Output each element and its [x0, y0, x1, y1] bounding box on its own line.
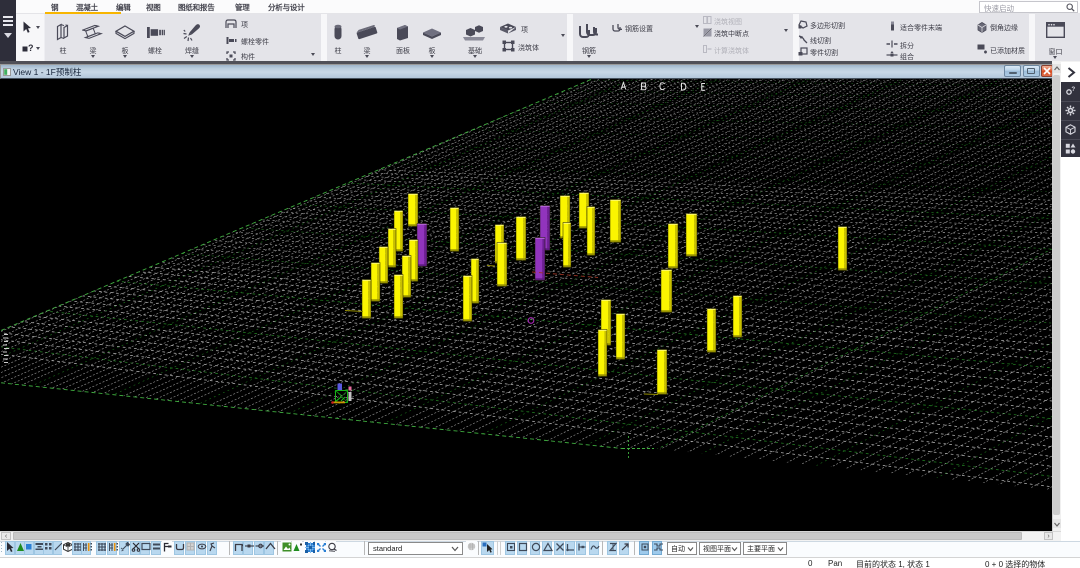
svg-text:?: ?	[1072, 87, 1076, 93]
svg-text:?: ?	[28, 43, 34, 53]
